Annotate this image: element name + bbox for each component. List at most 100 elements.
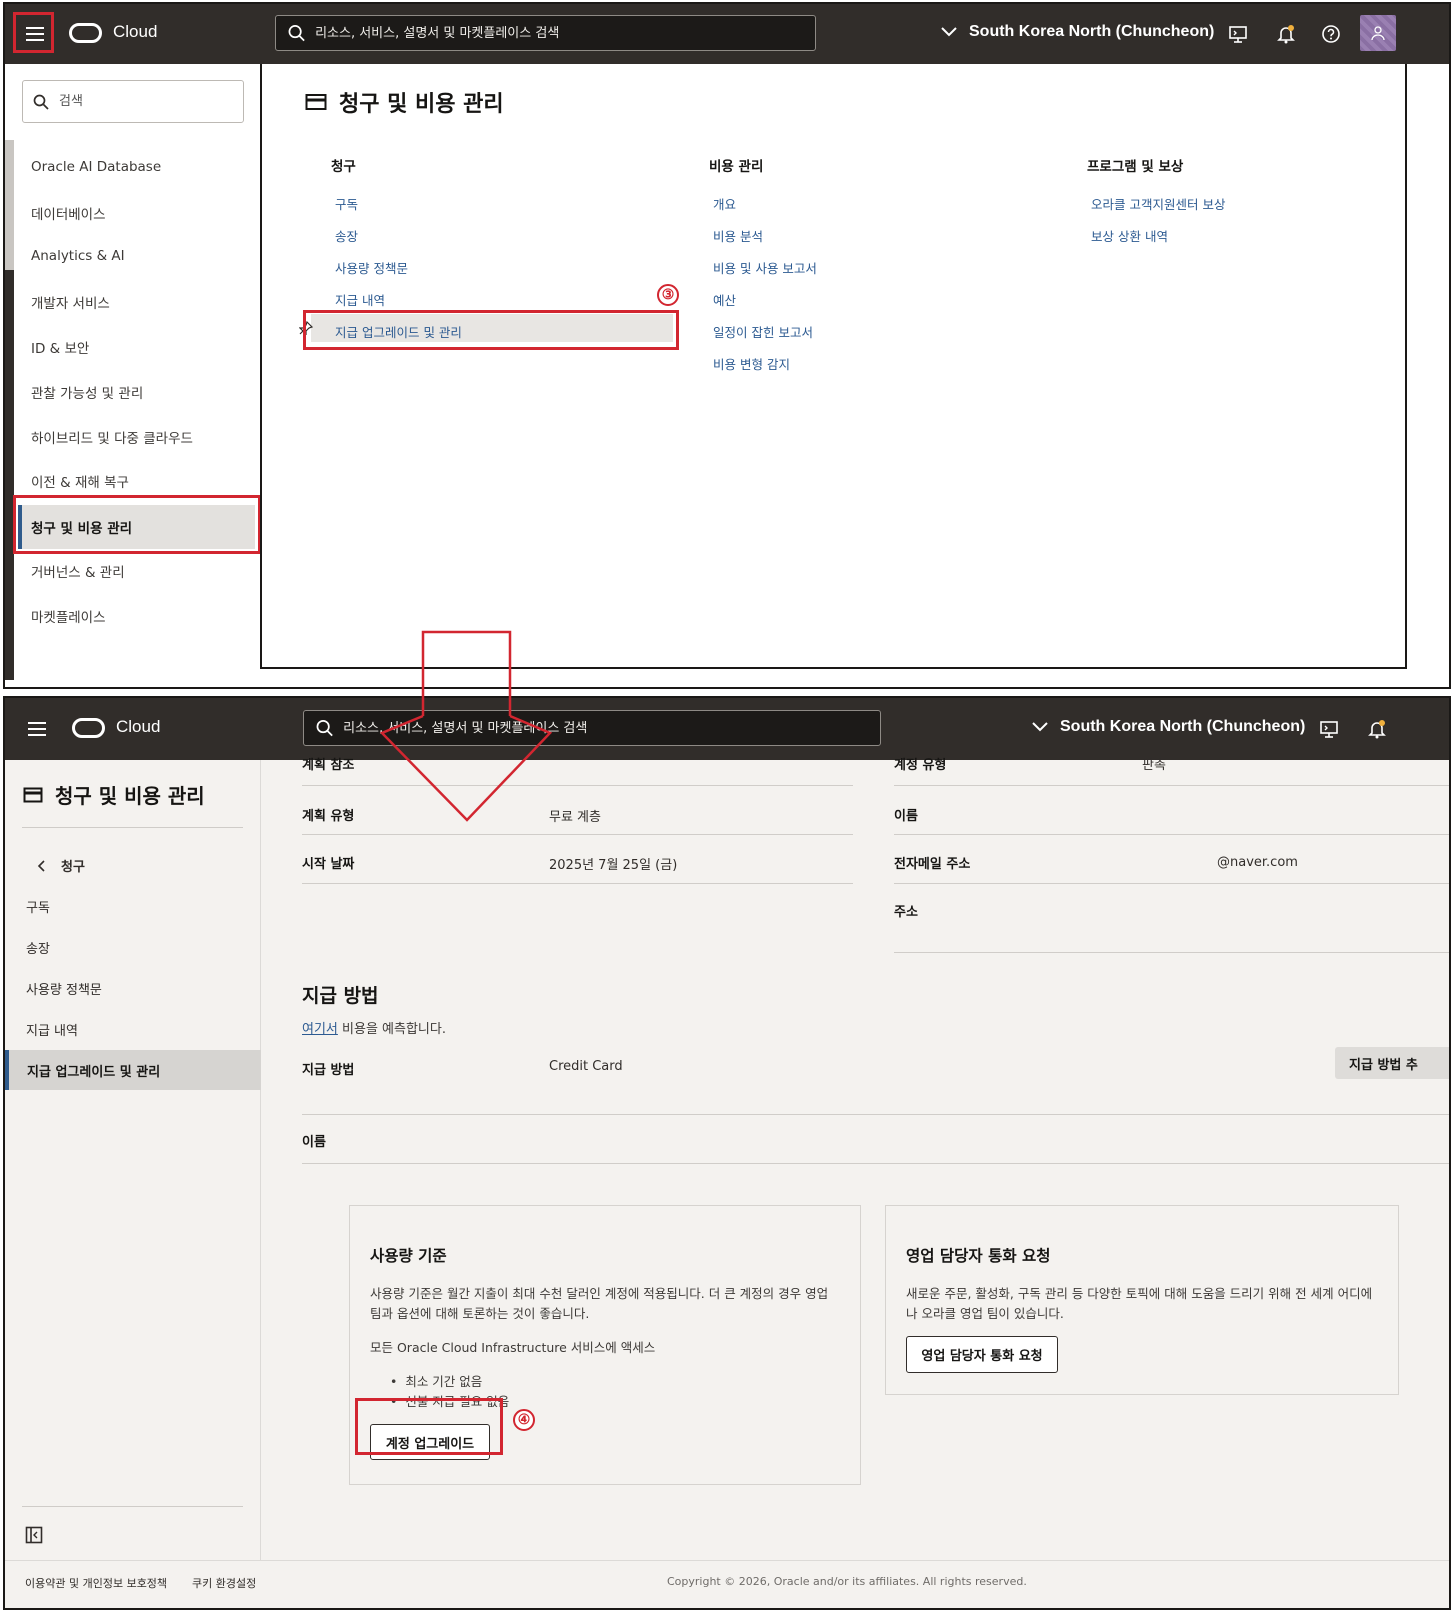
menu-link-reward-redemptions[interactable]: 보상 상환 내역 xyxy=(1091,226,1168,245)
terms-privacy-link[interactable]: 이용약관 및 개인정보 보호정책 xyxy=(25,1575,167,1591)
estimate-cost-link[interactable]: 여기서 xyxy=(302,1022,338,1037)
usage-card-description: 사용량 기준은 월간 지출이 최대 수천 달러인 계정에 적용됩니다. 더 큰 … xyxy=(370,1286,829,1321)
top-bar: Cloud South Korea North (Chuncheon) xyxy=(5,698,1449,760)
page-footer: 이용약관 및 개인정보 보호정책 쿠키 환경설정 Copyright © 202… xyxy=(5,1560,1449,1608)
region-selector[interactable]: South Korea North (Chuncheon) xyxy=(1032,718,1305,736)
pin-icon[interactable] xyxy=(299,321,313,335)
brand-label: Cloud xyxy=(113,22,158,41)
sidebar-title-text: 청구 및 비용 관리 xyxy=(55,784,205,808)
global-search[interactable] xyxy=(275,15,816,51)
sidebar-back-billing[interactable]: 청구 xyxy=(37,856,85,875)
chevron-down-icon xyxy=(941,27,957,37)
billing-card-icon xyxy=(23,787,43,802)
sidebar-item-usage-statements[interactable]: 사용량 정책문 xyxy=(26,979,102,998)
search-icon xyxy=(316,720,333,737)
user-icon xyxy=(1371,26,1385,41)
hamburger-menu-button[interactable] xyxy=(15,14,55,54)
account-type-label: 계정 유형 xyxy=(894,758,947,773)
nav-item-database[interactable]: 데이터베이스 xyxy=(31,203,106,223)
menu-link-invoices[interactable]: 송장 xyxy=(335,226,358,245)
chevron-down-icon xyxy=(1032,722,1048,732)
estimate-text: 비용을 예측합니다. xyxy=(337,1022,446,1037)
menu-link-payment-history[interactable]: 지급 내역 xyxy=(335,290,385,309)
row-divider xyxy=(894,785,1449,786)
request-sales-call-button[interactable]: 영업 담당자 통화 요청 xyxy=(906,1336,1058,1373)
region-label: South Korea North (Chuncheon) xyxy=(1060,718,1306,735)
row-divider xyxy=(894,952,1449,953)
usage-card-bullets: • 최소 기간 없음 • 선불 지급 필요 없음 xyxy=(390,1372,509,1412)
sidebar-item-subscriptions[interactable]: 구독 xyxy=(26,897,50,916)
oracle-logo[interactable] xyxy=(72,718,105,738)
oracle-logo[interactable] xyxy=(69,23,102,43)
menu-link-cost-analysis[interactable]: 비용 분석 xyxy=(713,226,763,245)
menu-link-overview[interactable]: 개요 xyxy=(713,194,736,213)
region-selector[interactable]: South Korea North (Chuncheon) xyxy=(941,23,1214,41)
address-label: 주소 xyxy=(894,905,918,920)
name-label: 이름 xyxy=(894,809,918,824)
help-icon[interactable] xyxy=(1318,21,1344,47)
usage-card-title: 사용량 기준 xyxy=(370,1247,447,1265)
row-divider xyxy=(302,785,853,786)
bullet-item: • 최소 기간 없음 xyxy=(390,1374,483,1389)
plan-type-value: 무료 계층 xyxy=(549,810,601,825)
nav-item-hybrid-multicloud[interactable]: 하이브리드 및 다중 클라우드 xyxy=(31,427,193,447)
menu-link-budgets[interactable]: 예산 xyxy=(713,290,736,309)
row-divider xyxy=(894,883,1449,884)
menu-link-cost-usage-reports[interactable]: 비용 및 사용 보고서 xyxy=(713,258,817,277)
payment-method-value: Credit Card xyxy=(549,1059,623,1074)
row-divider xyxy=(302,883,853,884)
global-search-input[interactable] xyxy=(343,720,880,736)
profile-avatar[interactable] xyxy=(1360,15,1396,51)
nav-menu-sidebar: Oracle AI Database 데이터베이스 Analytics & AI… xyxy=(5,64,261,687)
sales-card-title: 영업 담당자 통화 요청 xyxy=(906,1247,1051,1265)
menu-link-support-rewards[interactable]: 오라클 고객지원센터 보상 xyxy=(1091,194,1225,213)
nav-search[interactable] xyxy=(22,80,244,123)
menu-link-subscriptions[interactable]: 구독 xyxy=(335,194,358,213)
bell-icon[interactable] xyxy=(1273,21,1299,47)
col-heading-programs-rewards: 프로그램 및 보상 xyxy=(1087,159,1184,175)
sidebar-scrollbar[interactable] xyxy=(5,270,14,680)
menu-link-scheduled-reports[interactable]: 일정이 잡힌 보고서 xyxy=(713,322,813,341)
nav-item-observability[interactable]: 관찰 가능성 및 관리 xyxy=(31,382,143,402)
nav-search-input[interactable] xyxy=(59,94,219,109)
col-heading-billing: 청구 xyxy=(331,159,356,175)
account-type-value: 판촉 xyxy=(1142,758,1166,773)
nav-item-migration-dr[interactable]: 이전 & 재해 복구 xyxy=(31,471,129,491)
add-payment-method-button[interactable]: 지급 방법 추 xyxy=(1335,1047,1449,1079)
menu-link-cost-anomaly[interactable]: 비용 변형 감지 xyxy=(713,354,790,373)
start-date-label: 시작 날짜 xyxy=(302,857,355,872)
row-divider xyxy=(302,834,853,835)
nav-item-developer-services[interactable]: 개발자 서비스 xyxy=(31,292,110,312)
nav-item-analytics-ai[interactable]: Analytics & AI xyxy=(31,248,125,264)
billing-main: 계획 참조 계정 유형 판촉 계획 유형 무료 계층 이름 시작 날짜 2025… xyxy=(262,758,1449,1560)
copyright-text: Copyright © 2026, Oracle and/or its affi… xyxy=(667,1575,1027,1588)
menu-link-usage-statements[interactable]: 사용량 정책문 xyxy=(335,258,408,277)
bullet-text: 선불 지급 필요 없음 xyxy=(405,1394,510,1409)
global-search-input[interactable] xyxy=(315,25,815,41)
collapse-sidebar-icon[interactable] xyxy=(25,1526,43,1548)
nav-item-identity-security[interactable]: ID & 보안 xyxy=(31,337,89,357)
nav-item-billing-cost[interactable]: 청구 및 비용 관리 xyxy=(18,505,255,549)
global-search[interactable] xyxy=(303,710,881,746)
cookie-preferences-link[interactable]: 쿠키 환경설정 xyxy=(192,1575,256,1591)
nav-item-governance[interactable]: 거버넌스 & 관리 xyxy=(31,561,125,581)
annotation-number-4: ④ xyxy=(513,1409,535,1431)
cloud-shell-icon[interactable] xyxy=(1316,716,1342,742)
start-date-value: 2025년 7월 25일 (금) xyxy=(549,858,678,873)
plan-reference-label: 계획 참조 xyxy=(302,758,355,773)
billing-card-icon xyxy=(305,94,327,110)
bell-icon[interactable] xyxy=(1364,716,1390,742)
estimate-line: 여기서 비용을 예측합니다. xyxy=(302,1018,446,1037)
sales-call-card: 영업 담당자 통화 요청 새로운 주문, 활성화, 구독 관리 등 다양한 토픽… xyxy=(885,1205,1399,1395)
row-divider xyxy=(302,1114,1449,1115)
hamburger-menu-button[interactable] xyxy=(17,709,57,749)
sidebar-item-invoices[interactable]: 송장 xyxy=(26,938,50,957)
upgrade-account-button[interactable]: 계정 업그레이드 xyxy=(370,1424,490,1460)
nav-item-marketplace[interactable]: 마켓플레이스 xyxy=(31,606,106,626)
nav-item-oracle-ai-database[interactable]: Oracle AI Database xyxy=(31,159,161,175)
chevron-left-icon xyxy=(37,859,45,872)
sidebar-item-payment-history[interactable]: 지급 내역 xyxy=(26,1020,78,1039)
cloud-shell-icon[interactable] xyxy=(1225,21,1251,47)
sidebar-item-upgrade-payment[interactable]: 지급 업그레이드 및 관리 xyxy=(5,1050,261,1090)
menu-link-upgrade-payment[interactable]: 지급 업그레이드 및 관리 xyxy=(335,322,462,341)
